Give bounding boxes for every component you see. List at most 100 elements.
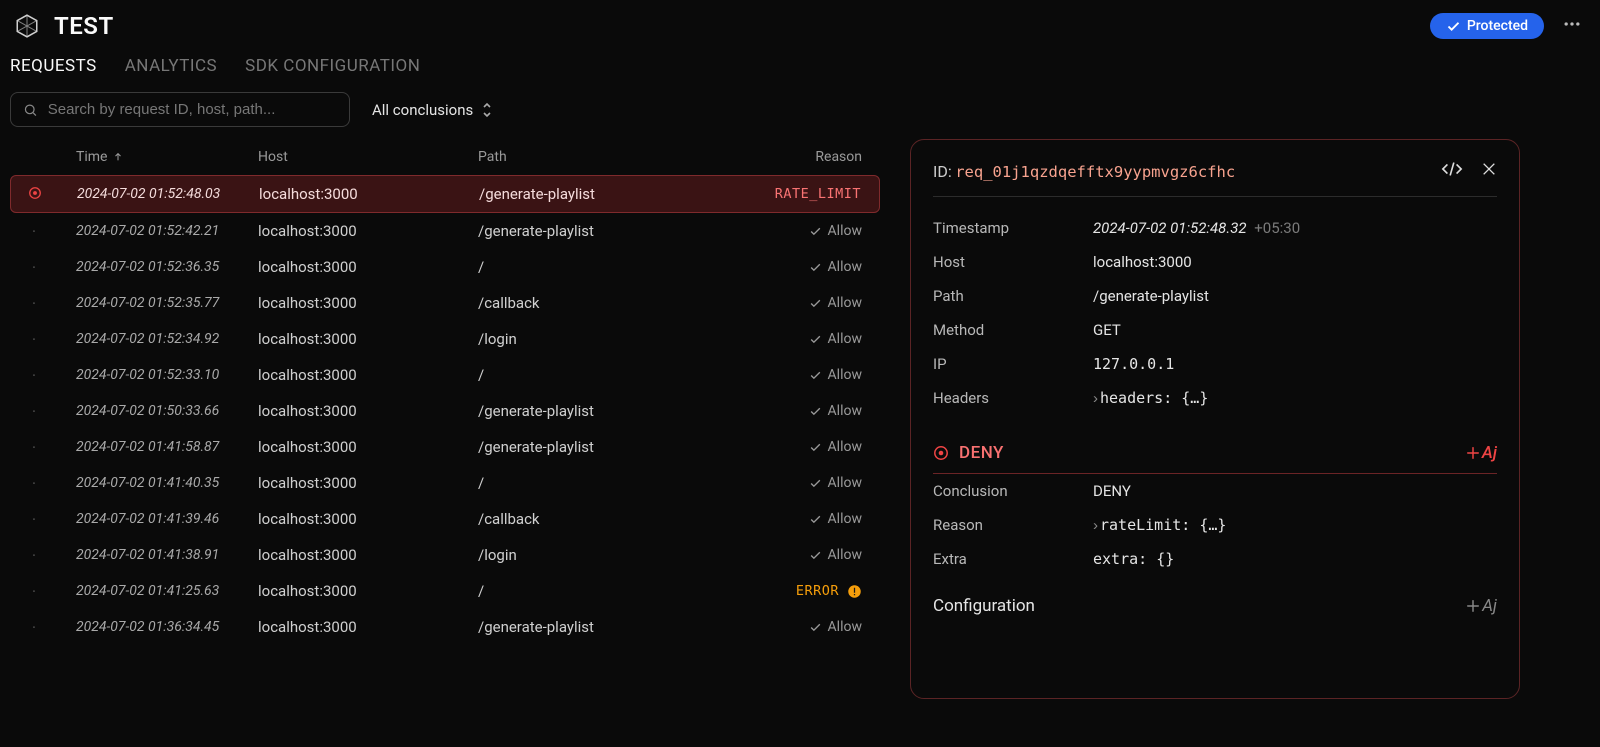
protected-badge[interactable]: Protected	[1430, 13, 1544, 39]
tab-analytics[interactable]: ANALYTICS	[125, 56, 217, 76]
table-row[interactable]: •2024-07-02 01:52:34.92localhost:3000/lo…	[10, 321, 880, 357]
topbar-right: Protected	[1430, 10, 1586, 42]
table-row[interactable]: •2024-07-02 01:52:42.21localhost:3000/ge…	[10, 213, 880, 249]
row-status-icon: •	[10, 335, 58, 344]
kv-headers[interactable]: Headers ›headers: {…}	[933, 381, 1497, 415]
check-icon	[809, 369, 822, 382]
row-time: 2024-07-02 01:41:25.63	[58, 583, 258, 599]
row-status-icon: •	[10, 371, 58, 380]
kv-ip: IP 127.0.0.1	[933, 347, 1497, 381]
search-icon	[23, 102, 38, 118]
table-row[interactable]: •2024-07-02 01:52:35.77localhost:3000/ca…	[10, 285, 880, 321]
row-time: 2024-07-02 01:52:48.03	[59, 186, 259, 202]
row-reason: Allow	[738, 511, 880, 527]
aj-badge[interactable]: Aj	[1466, 443, 1497, 463]
tab-sdk-configuration[interactable]: SDK CONFIGURATION	[245, 56, 420, 76]
row-time: 2024-07-02 01:52:34.92	[58, 331, 258, 347]
row-path: /generate-playlist	[478, 402, 738, 420]
table-row[interactable]: •2024-07-02 01:52:33.10localhost:3000/Al…	[10, 357, 880, 393]
row-host: localhost:3000	[258, 618, 478, 636]
row-reason: Allow	[738, 547, 880, 563]
table-row[interactable]: •2024-07-02 01:36:34.45localhost:3000/ge…	[10, 609, 880, 645]
row-status-icon: •	[10, 227, 58, 236]
row-reason: Allow	[738, 439, 880, 455]
row-host: localhost:3000	[258, 330, 478, 348]
row-status-icon: •	[10, 515, 58, 524]
table-row[interactable]: •2024-07-02 01:41:39.46localhost:3000/ca…	[10, 501, 880, 537]
row-host: localhost:3000	[258, 294, 478, 312]
code-view-button[interactable]	[1441, 160, 1463, 182]
check-icon	[809, 405, 822, 418]
conclusions-filter[interactable]: All conclusions	[372, 101, 493, 119]
kv-host: Host localhost:3000	[933, 245, 1497, 279]
table-row[interactable]: 2024-07-02 01:52:48.03localhost:3000/gen…	[10, 175, 880, 213]
close-icon	[1481, 161, 1497, 177]
aj-badge-dim[interactable]: Aj	[1466, 596, 1497, 616]
row-path: /	[478, 258, 738, 276]
row-reason: Allow	[738, 403, 880, 419]
table-header: Time Host Path Reason	[10, 139, 880, 175]
kv-reason[interactable]: Reason ›rateLimit: {…}	[933, 508, 1497, 542]
table-row[interactable]: •2024-07-02 01:41:58.87localhost:3000/ge…	[10, 429, 880, 465]
check-icon	[809, 549, 822, 562]
dots-horizontal-icon	[1562, 14, 1582, 34]
row-status-icon: •	[10, 623, 58, 632]
col-time[interactable]: Time	[58, 149, 258, 165]
detail-scroll[interactable]: ID: req_01j1qzdqefftx9yypmvgz6cfhc Times…	[911, 140, 1519, 698]
kv-timestamp: Timestamp 2024-07-02 01:52:48.32 +05:30	[933, 211, 1497, 245]
check-icon	[809, 441, 822, 454]
chevron-right-icon: ›	[1093, 517, 1098, 534]
row-path: /login	[478, 330, 738, 348]
check-icon	[809, 225, 822, 238]
row-time: 2024-07-02 01:52:35.77	[58, 295, 258, 311]
deny-title: DENY	[959, 443, 1004, 463]
topbar-left: TEST	[14, 12, 114, 40]
row-path: /	[478, 366, 738, 384]
row-status-icon: •	[10, 479, 58, 488]
detail-id-row: ID: req_01j1qzdqefftx9yypmvgz6cfhc	[933, 160, 1497, 197]
col-host[interactable]: Host	[258, 149, 478, 165]
row-status-icon: •	[10, 407, 58, 416]
table-row[interactable]: •2024-07-02 01:52:36.35localhost:3000/Al…	[10, 249, 880, 285]
row-status-icon: •	[10, 299, 58, 308]
filterbar: All conclusions	[0, 90, 1600, 139]
tab-requests[interactable]: REQUESTS	[10, 56, 97, 76]
row-time: 2024-07-02 01:52:42.21	[58, 223, 258, 239]
check-icon	[809, 621, 822, 634]
check-icon	[809, 477, 822, 490]
table-row[interactable]: •2024-07-02 01:50:33.66localhost:3000/ge…	[10, 393, 880, 429]
row-time: 2024-07-02 01:41:40.35	[58, 475, 258, 491]
row-status-icon: •	[10, 443, 58, 452]
row-reason: Allow	[738, 259, 880, 275]
row-path: /generate-playlist	[478, 222, 738, 240]
row-host: localhost:3000	[258, 582, 478, 600]
check-icon	[809, 297, 822, 310]
row-host: localhost:3000	[258, 510, 478, 528]
search-input[interactable]	[48, 101, 337, 118]
table-row[interactable]: •2024-07-02 01:41:40.35localhost:3000/Al…	[10, 465, 880, 501]
configuration-title: Configuration	[933, 596, 1035, 616]
section-configuration[interactable]: Configuration Aj	[933, 576, 1497, 622]
protected-label: Protected	[1467, 18, 1528, 34]
app-title: TEST	[54, 12, 114, 40]
code-icon	[1441, 160, 1463, 178]
table-row[interactable]: •2024-07-02 01:41:25.63localhost:3000/ER…	[10, 573, 880, 609]
row-host: localhost:3000	[258, 546, 478, 564]
row-time: 2024-07-02 01:52:33.10	[58, 367, 258, 383]
row-path: /generate-playlist	[479, 185, 739, 203]
table-row[interactable]: •2024-07-02 01:41:38.91localhost:3000/lo…	[10, 537, 880, 573]
detail-id-value: req_01j1qzdqefftx9yypmvgz6cfhc	[955, 163, 1235, 181]
chevron-right-icon: ›	[1093, 390, 1098, 407]
close-detail-button[interactable]	[1481, 161, 1497, 181]
row-status-icon: •	[10, 263, 58, 272]
row-path: /callback	[478, 294, 738, 312]
row-reason: Allow	[738, 331, 880, 347]
row-time: 2024-07-02 01:52:36.35	[58, 259, 258, 275]
more-button[interactable]	[1558, 10, 1586, 42]
row-path: /	[478, 582, 738, 600]
search-wrap[interactable]	[10, 92, 350, 127]
col-path[interactable]: Path	[478, 149, 738, 165]
kv-path: Path /generate-playlist	[933, 279, 1497, 313]
col-reason[interactable]: Reason	[738, 149, 880, 165]
row-reason: Allow	[738, 475, 880, 491]
